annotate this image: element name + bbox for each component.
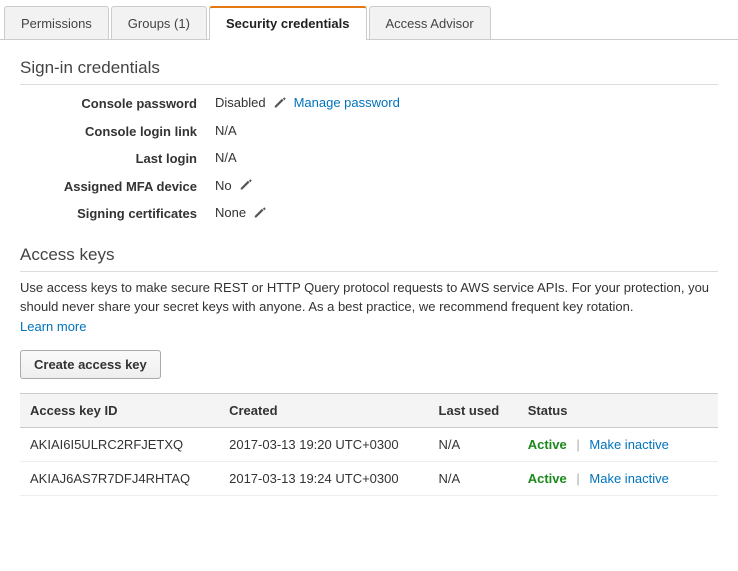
access-key-id: AKIAJ6AS7R7DFJ4RHTAQ — [20, 461, 219, 495]
pencil-icon[interactable] — [240, 179, 252, 191]
learn-more-link[interactable]: Learn more — [20, 319, 86, 334]
signin-credentials-table: Console password Disabled Manage passwor… — [20, 95, 718, 223]
col-last-used[interactable]: Last used — [429, 393, 518, 427]
pencil-icon[interactable] — [274, 97, 286, 109]
table-row: AKIAI6I5ULRC2RFJETXQ 2017-03-13 19:20 UT… — [20, 427, 718, 461]
tab-permissions[interactable]: Permissions — [4, 6, 109, 39]
col-access-key-id[interactable]: Access key ID — [20, 393, 219, 427]
tabs-row: Permissions Groups (1) Security credenti… — [0, 0, 738, 40]
access-key-created: 2017-03-13 19:20 UTC+0300 — [219, 427, 428, 461]
table-row: AKIAJ6AS7R7DFJ4RHTAQ 2017-03-13 19:24 UT… — [20, 461, 718, 495]
separator: | — [576, 437, 579, 452]
access-key-last-used: N/A — [429, 427, 518, 461]
col-created[interactable]: Created — [219, 393, 428, 427]
status-badge: Active — [528, 437, 567, 452]
access-key-id: AKIAI6I5ULRC2RFJETXQ — [20, 427, 219, 461]
last-login-label: Last login — [20, 150, 215, 168]
access-keys-table: Access key ID Created Last used Status A… — [20, 393, 718, 496]
signing-certs-value: None — [215, 205, 246, 220]
col-actions-spacer — [696, 393, 718, 427]
separator: | — [576, 471, 579, 486]
tab-access-advisor[interactable]: Access Advisor — [369, 6, 491, 39]
console-login-link-value: N/A — [215, 123, 237, 138]
assigned-mfa-label: Assigned MFA device — [20, 178, 215, 196]
assigned-mfa-value: No — [215, 178, 232, 193]
signin-credentials-title: Sign-in credentials — [20, 58, 718, 85]
col-status[interactable]: Status — [518, 393, 696, 427]
status-badge: Active — [528, 471, 567, 486]
make-inactive-link[interactable]: Make inactive — [589, 437, 668, 452]
console-login-link-label: Console login link — [20, 123, 215, 141]
access-keys-title: Access keys — [20, 245, 718, 272]
tab-groups[interactable]: Groups (1) — [111, 6, 207, 39]
access-key-created: 2017-03-13 19:24 UTC+0300 — [219, 461, 428, 495]
manage-password-link[interactable]: Manage password — [294, 95, 400, 110]
tab-security-credentials[interactable]: Security credentials — [209, 6, 367, 40]
console-password-label: Console password — [20, 95, 215, 113]
make-inactive-link[interactable]: Make inactive — [589, 471, 668, 486]
console-password-value: Disabled — [215, 95, 266, 110]
access-key-last-used: N/A — [429, 461, 518, 495]
create-access-key-button[interactable]: Create access key — [20, 350, 161, 379]
last-login-value: N/A — [215, 150, 237, 165]
pencil-icon[interactable] — [254, 207, 266, 219]
access-keys-description: Use access keys to make secure REST or H… — [20, 278, 718, 317]
signing-certs-label: Signing certificates — [20, 205, 215, 223]
